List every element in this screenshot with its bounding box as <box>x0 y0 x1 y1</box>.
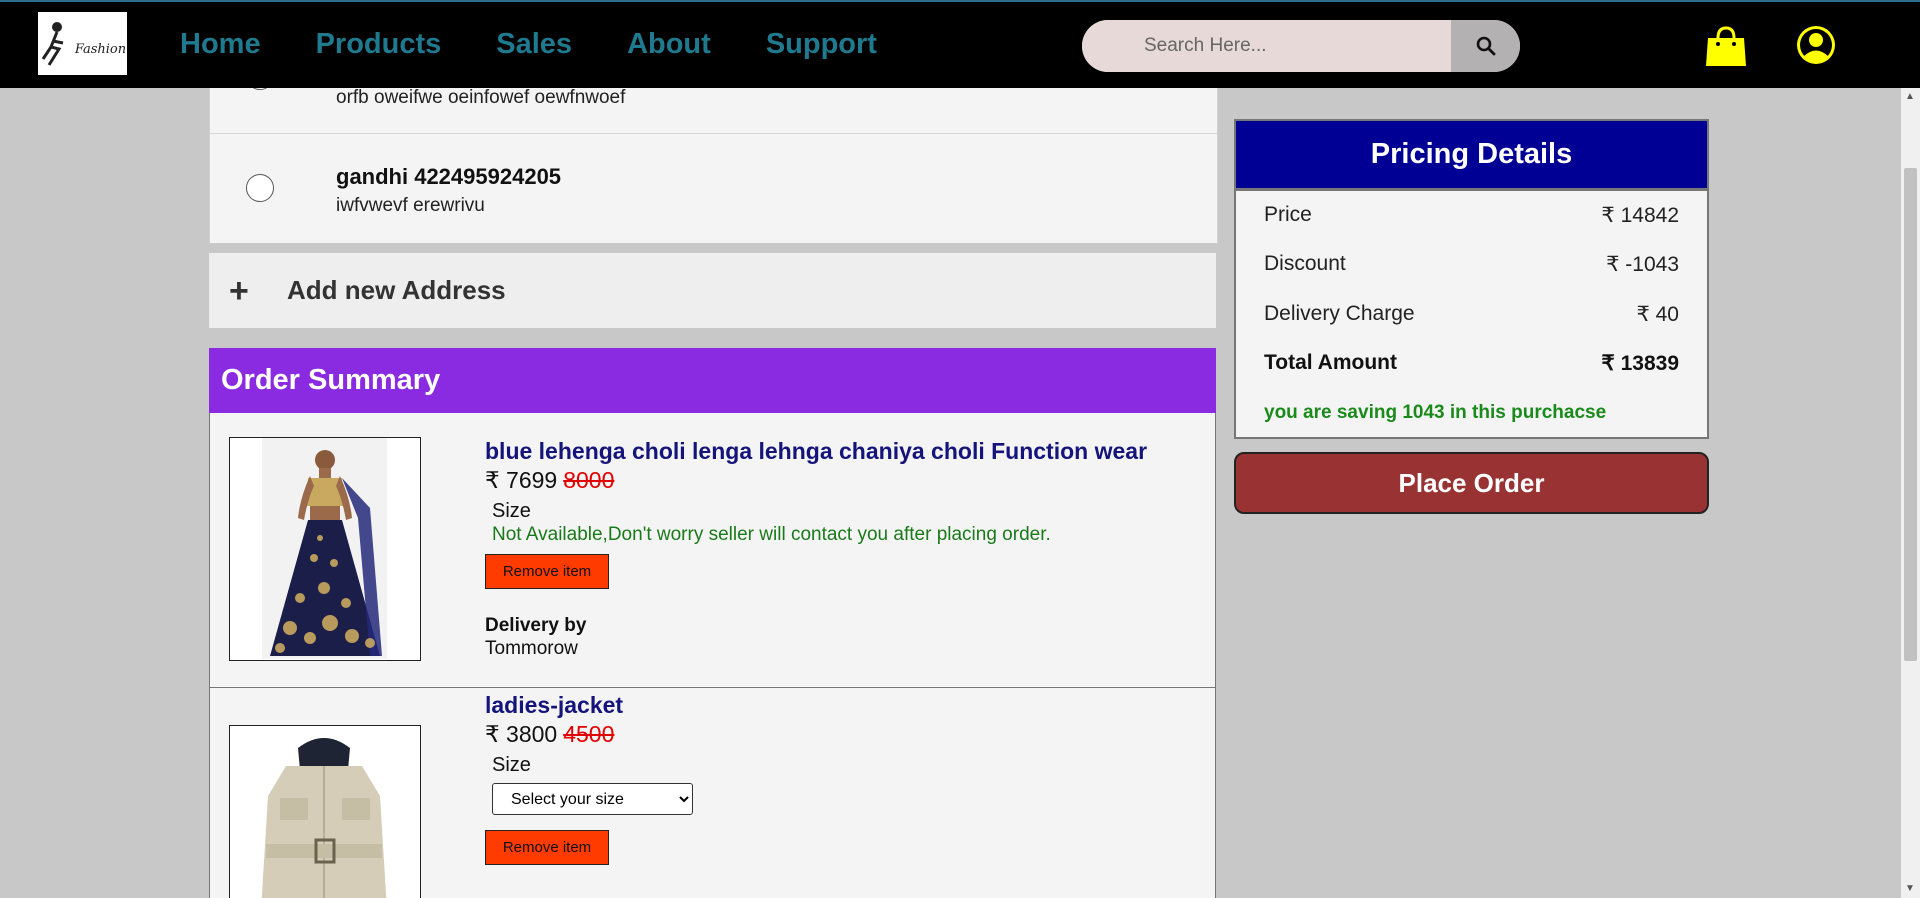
order-item: ladies-jacket ₹ 3800 4500 Size Select you… <box>210 689 1215 898</box>
price-label: Price <box>1264 203 1312 226</box>
product-title[interactable]: ladies-jacket <box>485 692 623 719</box>
delivery-charge-row: Delivery Charge ₹ 40 <box>1264 302 1679 327</box>
order-item: blue lehenga choli lenga lehnga chaniya … <box>210 413 1215 688</box>
product-price-line: ₹ 3800 4500 <box>485 721 614 748</box>
order-summary-header: Order Summary <box>209 348 1216 413</box>
scrollbar-thumb[interactable] <box>1904 168 1917 661</box>
scroll-down-arrow-icon[interactable]: ▼ <box>1905 884 1915 894</box>
plus-icon: + <box>229 271 249 310</box>
fashion-figure-icon <box>41 21 64 66</box>
address-radio[interactable] <box>246 174 274 202</box>
product-image[interactable] <box>229 725 421 898</box>
pricing-details-panel: Pricing Details Price ₹ 14842 Discount ₹… <box>1234 119 1709 439</box>
address-line: iwfvwevf erewrivu <box>336 195 485 216</box>
nav-links: Home Products Sales About Support <box>180 28 877 61</box>
size-availability-note: Not Available,Don't worry seller will co… <box>492 524 1051 545</box>
total-amount-value: ₹ 13839 <box>1601 352 1679 375</box>
brand-logo[interactable]: Fashion <box>38 12 127 75</box>
size-label: Size <box>492 754 531 776</box>
add-address-label: Add new Address <box>287 275 506 305</box>
delivery-value: Tommorow <box>485 638 578 659</box>
page-scrollbar[interactable]: ▲ ▼ <box>1901 88 1920 898</box>
scroll-up-arrow-icon[interactable]: ▲ <box>1905 92 1915 102</box>
discount-value: ₹ -1043 <box>1606 253 1679 276</box>
price-row: Price ₹ 14842 <box>1264 203 1679 228</box>
product-title[interactable]: blue lehenga choli lenga lehnga chaniya … <box>485 438 1147 465</box>
size-select[interactable]: Select your size <box>492 783 693 815</box>
total-amount-label: Total Amount <box>1264 351 1397 374</box>
nav-link-home[interactable]: Home <box>180 28 261 61</box>
nav-link-sales[interactable]: Sales <box>496 28 572 61</box>
address-option[interactable]: gandhi 422495924205 iwfvwevf erewrivu <box>210 134 1217 243</box>
logo-text: Fashion <box>74 42 127 57</box>
add-new-address-button[interactable]: + Add new Address <box>209 253 1216 328</box>
lehenga-image <box>262 438 387 659</box>
product-image[interactable] <box>229 437 421 661</box>
delivery-charge-label: Delivery Charge <box>1264 302 1415 325</box>
selling-price: ₹ 7699 <box>485 467 558 493</box>
nav-link-about[interactable]: About <box>627 28 711 61</box>
original-price: 8000 <box>563 467 615 493</box>
jacket-image <box>261 738 387 898</box>
price-value: ₹ 14842 <box>1601 204 1679 227</box>
selling-price: ₹ 3800 <box>485 721 558 747</box>
delivery-charge-value: ₹ 40 <box>1636 303 1679 326</box>
address-line: orfb oweifwe oeinfowef oewfnwoef <box>336 87 626 108</box>
nav-link-support[interactable]: Support <box>766 28 877 61</box>
search-button[interactable] <box>1451 20 1520 72</box>
search-bar <box>1082 20 1520 72</box>
shopping-bag-icon[interactable] <box>1704 24 1748 68</box>
nav-link-products[interactable]: Products <box>316 28 442 61</box>
saving-note: you are saving 1043 in this purchacse <box>1264 402 1607 423</box>
search-icon <box>1476 36 1495 56</box>
discount-label: Discount <box>1264 252 1346 275</box>
order-items: blue lehenga choli lenga lehnga chaniya … <box>209 413 1216 898</box>
discount-row: Discount ₹ -1043 <box>1264 252 1679 277</box>
pricing-details-title: Pricing Details <box>1236 121 1707 191</box>
original-price: 4500 <box>563 721 615 747</box>
search-input[interactable] <box>1082 20 1451 72</box>
product-price-line: ₹ 7699 8000 <box>485 467 614 494</box>
remove-item-button[interactable]: Remove item <box>485 830 609 865</box>
size-label: Size <box>492 500 531 522</box>
remove-item-button[interactable]: Remove item <box>485 554 609 589</box>
place-order-button[interactable]: Place Order <box>1234 452 1709 514</box>
user-profile-icon[interactable] <box>1795 24 1837 66</box>
total-amount-row: Total Amount ₹ 13839 <box>1264 351 1679 376</box>
address-name: gandhi 422495924205 <box>336 164 562 189</box>
delivery-label: Delivery by <box>485 615 587 636</box>
top-navbar: Fashion Home Products Sales About Suppor… <box>0 0 1920 88</box>
